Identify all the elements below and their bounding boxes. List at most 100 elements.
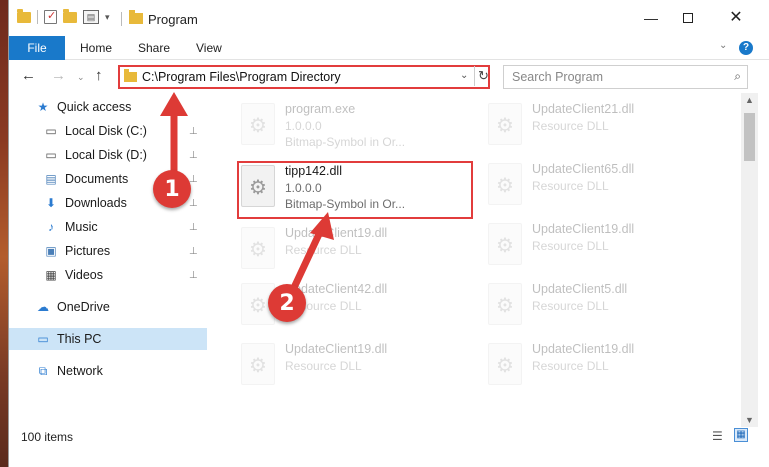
pin-icon[interactable]: ⊥ [189,198,198,209]
step-2-badge: 2 [268,284,306,322]
file-item[interactable]: UpdateClient65.dll Resource DLL [482,159,722,221]
sidebar-item[interactable]: ▭ This PC [9,328,207,350]
title-divider [121,12,122,26]
file-item[interactable]: UpdateClient19.dll Resource DLL [235,223,475,285]
file-type: Resource DLL [532,119,609,133]
file-version: 1.0.0.0 [285,119,322,133]
new-folder-icon[interactable] [63,8,77,23]
sidebar-item-label: Pictures [65,244,111,258]
item-count: 100 items [21,430,74,444]
properties-check-icon[interactable] [44,9,57,24]
title-folder-icon [129,10,143,24]
video-icon: ▦ [45,268,57,282]
pin-icon[interactable]: ⊥ [189,246,198,257]
address-path[interactable]: C:\Program Files\Program Directory [142,70,341,84]
sidebar-item[interactable]: ▭ Local Disk (D:) ⊥ [9,144,207,166]
highlight-box [237,161,473,219]
pin-icon[interactable]: ⊥ [189,222,198,233]
pin-icon[interactable]: ⊥ [189,270,198,281]
file-type: Resource DLL [532,359,609,373]
scroll-down-icon[interactable]: ▼ [745,415,754,425]
dll-file-icon [488,223,522,265]
search-input[interactable]: Search Program [512,70,603,84]
maximize-button[interactable] [676,8,700,28]
folder-icon[interactable] [17,8,31,23]
pin-icon[interactable]: ⊥ [189,174,198,185]
details-view-icon[interactable]: ☰ [712,429,723,443]
sidebar-item[interactable]: ▣ Pictures ⊥ [9,240,207,262]
sidebar-item[interactable]: ▭ Local Disk (C:) ⊥ [9,120,207,142]
recent-locations-icon[interactable]: ⌄ [77,72,85,83]
sidebar-item[interactable]: ⧉ Network [9,360,207,382]
tab-view[interactable]: View [196,41,222,55]
dll-file-icon [241,227,275,269]
file-list: UpdateClient19.dllResource DLLUpdateClie… [207,93,741,420]
navigation-bar: ← → ⌄ ↑ C:\Program Files\Program Directo… [9,61,769,93]
exe-file-icon [241,103,275,145]
address-dropdown-icon[interactable]: ⌄ [460,70,468,81]
properties-icon[interactable]: ▤ [83,10,99,24]
back-button[interactable]: ← [21,67,36,84]
sidebar-item-label: Music [65,220,98,234]
search-box[interactable]: Search Program ⌕ [503,65,748,89]
ribbon-tabs: File Home Share View ⌄ ? [9,36,769,60]
address-bar[interactable]: C:\Program Files\Program Directory ⌄ ↻ [118,65,490,89]
explorer-window: ▤ ▾ Program — ✕ File Home Share View ⌄ ?… [8,0,769,467]
file-item[interactable]: UpdateClient19.dll Resource DLL [235,339,475,401]
sidebar-item[interactable]: ♪ Music ⊥ [9,216,207,238]
star-icon: ★ [37,100,49,114]
search-icon[interactable]: ⌕ [734,69,741,84]
file-name: UpdateClient19.dll [532,222,635,236]
tab-share[interactable]: Share [138,41,170,55]
sidebar-item-label: Quick access [57,100,132,114]
pictures-icon: ▣ [45,244,57,258]
scroll-up-icon[interactable]: ▲ [745,95,754,105]
help-icon[interactable]: ? [739,41,753,55]
file-name: UpdateClient5.dll [532,282,628,296]
tiles-view-icon[interactable]: ▦ [734,428,748,442]
pin-icon[interactable]: ⊥ [189,126,198,137]
pin-icon[interactable]: ⊥ [189,150,198,161]
maximize-icon [683,13,693,23]
sidebar-item-label: This PC [57,332,102,346]
minimize-button[interactable]: — [639,8,663,28]
status-bar: 100 items ☰ ▦ [9,427,769,447]
customize-toolbar-icon[interactable]: ▾ [105,12,110,23]
file-type: Resource DLL [532,179,609,193]
navigation-pane: ★ Quick access ▭ Local Disk (C:) ⊥ ▭ Local Dis… [9,93,207,420]
documents-icon: ▤ [45,172,57,186]
file-name: UpdateClient21.dll [532,102,635,116]
close-button[interactable]: ✕ [724,8,748,28]
sidebar-item[interactable]: ☁ OneDrive [9,296,207,318]
file-type: Resource DLL [285,243,362,257]
dll-file-icon [488,343,522,385]
sidebar-item[interactable]: ▦ Videos ⊥ [9,264,207,286]
file-item-program[interactable]: program.exe 1.0.0.0 Bitmap-Symbol in Or.… [235,99,475,161]
forward-button[interactable]: → [51,67,66,84]
music-icon: ♪ [48,220,54,234]
file-description: Bitmap-Symbol in Or... [285,135,406,149]
window-title: Program [148,12,198,27]
toolbar-divider [37,10,38,24]
refresh-button[interactable]: ↻ [474,66,492,86]
file-name: program.exe [285,102,356,116]
dll-file-icon [488,103,522,145]
scroll-thumb[interactable] [744,113,755,161]
up-button[interactable]: ↑ [95,67,103,84]
drive-icon: ▭ [45,148,57,162]
ribbon-expand-icon[interactable]: ⌄ [719,40,727,51]
sidebar-item[interactable]: ★ Quick access [9,96,207,118]
sidebar-item-label: OneDrive [57,300,110,314]
vertical-scrollbar[interactable]: ▲ ▼ [741,93,758,427]
tab-file[interactable]: File [9,36,65,60]
sidebar-item-label: Downloads [65,196,127,210]
file-item[interactable]: UpdateClient19.dll Resource DLL [482,219,722,281]
file-item[interactable]: UpdateClient5.dll Resource DLL [482,279,722,341]
file-name: UpdateClient19.dll [532,342,635,356]
sidebar-item-label: Local Disk (D:) [65,148,147,162]
tab-home[interactable]: Home [80,41,112,55]
file-type: Resource DLL [285,359,362,373]
download-icon: ⬇ [45,196,57,210]
file-item[interactable]: UpdateClient19.dll Resource DLL [482,339,722,401]
file-item[interactable]: UpdateClient21.dll Resource DLL [482,99,722,161]
